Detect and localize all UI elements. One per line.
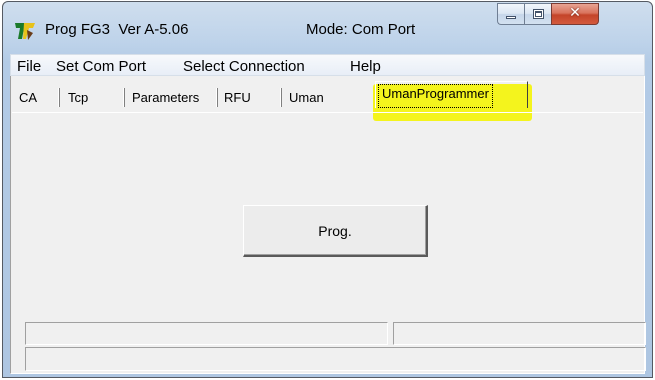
menu-file[interactable]: File bbox=[17, 58, 41, 75]
tab-separator bbox=[58, 88, 60, 107]
tab-tcp[interactable]: Tcp bbox=[68, 87, 88, 109]
tab-rfu[interactable]: RFU bbox=[224, 87, 251, 109]
app-logo-icon bbox=[15, 23, 35, 40]
caption-buttons: ✕ bbox=[497, 3, 599, 25]
status-field-left bbox=[25, 322, 388, 345]
tab-separator bbox=[216, 88, 218, 107]
client-area: CA Tcp Parameters RFU Uman UmanProgramme… bbox=[10, 76, 646, 374]
prog-button[interactable]: Prog. bbox=[243, 205, 428, 257]
status-field-right bbox=[393, 322, 646, 345]
maximize-button[interactable] bbox=[524, 3, 551, 25]
close-icon: ✕ bbox=[569, 5, 581, 21]
mode-label: Mode: Com Port bbox=[306, 21, 416, 38]
minimize-icon bbox=[506, 16, 516, 19]
tab-ca[interactable]: CA bbox=[19, 87, 37, 109]
close-button[interactable]: ✕ bbox=[551, 3, 599, 25]
app-window: Prog FG3 Ver A-5.06 Mode: Com Port ✕ Fil… bbox=[2, 1, 653, 378]
status-field-bottom bbox=[25, 347, 646, 371]
tab-separator bbox=[280, 88, 282, 107]
title-bar[interactable]: Prog FG3 Ver A-5.06 Mode: Com Port ✕ bbox=[3, 2, 652, 54]
menu-bar: File Set Com Port Select Connection Help bbox=[10, 54, 645, 76]
tab-separator bbox=[123, 88, 125, 107]
tab-parameters[interactable]: Parameters bbox=[132, 87, 199, 109]
maximize-icon bbox=[533, 9, 544, 19]
menu-select-connection[interactable]: Select Connection bbox=[183, 58, 305, 75]
window-title: Prog FG3 Ver A-5.06 bbox=[45, 21, 189, 38]
minimize-button[interactable] bbox=[497, 3, 524, 25]
menu-help[interactable]: Help bbox=[350, 58, 381, 75]
tab-panel bbox=[12, 112, 643, 113]
tab-umanprogrammer[interactable]: UmanProgrammer bbox=[378, 84, 493, 108]
menu-set-com-port[interactable]: Set Com Port bbox=[56, 58, 146, 75]
tab-uman[interactable]: Uman bbox=[289, 87, 324, 109]
